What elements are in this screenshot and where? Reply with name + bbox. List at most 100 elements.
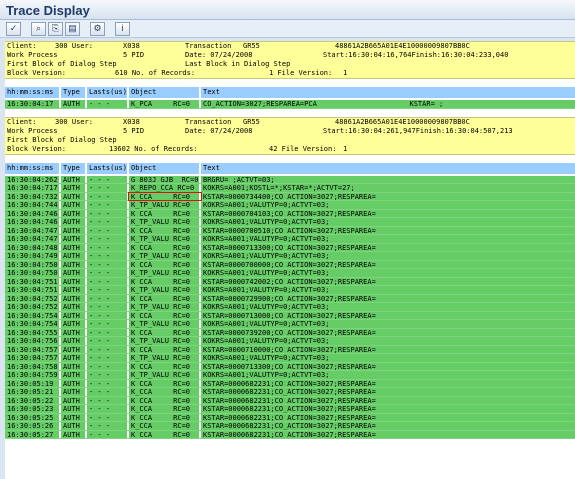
trace-content[interactable]: Client: 300 User: X038 Transaction GR55 … [5, 41, 575, 479]
records-value: 1 File Version: [269, 69, 333, 77]
cell-time: 16:30:05:23 [5, 405, 61, 413]
table-row[interactable]: 16:30:04:756 AUTH - - - K_TP_VALU RC=0 KOKRS… [5, 337, 575, 346]
cell-text: KSTAR=0000682231;CO_ACTION=3027;RESPAREA… [203, 430, 376, 438]
table-row[interactable]: 16:30:04:752 AUTH - - - K_CCA RC=0 KSTAR=000… [5, 294, 575, 303]
cell-lasts: - - - [87, 218, 129, 226]
cell-type: AUTH [61, 430, 87, 438]
cell-lasts: - - - [87, 413, 129, 421]
table-row[interactable]: 16:30:05:23 AUTH - - - K_CCA RC=0 KSTAR=0000… [5, 405, 575, 414]
cell-lasts: - - - [87, 362, 129, 370]
window-titlebar: Trace Display [0, 0, 575, 20]
cell-text: KOKRS=A001;VALUTYP=0;ACTVT=03; [203, 218, 330, 226]
table-row[interactable]: 16:30:04:17 AUTH - - - K_PCA RC=0 CO_ACTION=… [5, 100, 575, 109]
table-row[interactable]: 16:30:04:755 AUTH - - - K_CCA RC=0 KSTAR=000… [5, 328, 575, 337]
client-label: Client: [7, 42, 37, 50]
col-lasts[interactable]: Lasts(us) [87, 162, 129, 174]
col-type[interactable]: Type [61, 162, 87, 174]
cell-type: AUTH [61, 337, 87, 345]
find-icon[interactable]: ⌕ [31, 21, 46, 36]
col-object[interactable]: Object [129, 162, 201, 174]
table-row[interactable]: 16:30:04:749 AUTH - - - K_TP_VALU RC=0 KOKRS… [5, 252, 575, 261]
cell-type: AUTH [61, 413, 87, 421]
cell-object: K_CCA RC=0 [129, 311, 201, 319]
cell-time: 16:30:04:751 [5, 286, 61, 294]
col-object[interactable]: Object [129, 87, 201, 98]
col-text[interactable]: Text [201, 163, 575, 174]
cell-lasts: - - - [87, 260, 129, 268]
cell-lasts: - - - [87, 175, 129, 183]
cell-type: AUTH [61, 100, 87, 108]
cell-time: 16:30:04:758 [5, 362, 61, 370]
date-label: Date: 07/24/2008 [185, 126, 253, 135]
transaction-value: GR55 [243, 42, 260, 50]
toolbar: ✓ ⌕ ⎘ ▤ ⚙ i [0, 20, 575, 38]
cell-time: 16:30:04:750 [5, 269, 61, 277]
date-label: Date: 07/24/2008 [185, 51, 253, 59]
table-row[interactable]: 16:30:04:754 AUTH - - - K_TP_VALU RC=0 KOKRS… [5, 320, 575, 329]
table-row[interactable]: 16:30:04:747 AUTH - - - K_TP_VALU RC=0 KOKRS… [5, 235, 575, 244]
table-row[interactable]: 16:30:04:758 AUTH - - - K_CCA RC=0 KSTAR=000… [5, 362, 575, 371]
table-row[interactable]: 16:30:04:751 AUTH - - - K_CCA RC=0 KSTAR=000… [5, 277, 575, 286]
table-row[interactable]: 16:30:04:732 AUTH - - - K_CCA RC=0 KSTAR=000… [5, 191, 575, 201]
cell-lasts: - - - [87, 345, 129, 353]
table-row[interactable]: 16:30:04:752 AUTH - - - K_TP_VALU RC=0 KOKRS… [5, 303, 575, 312]
table-row[interactable]: 16:30:05:21 AUTH - - - K_CCA RC=0 KSTAR=0000… [5, 388, 575, 397]
table-row[interactable]: 16:30:04:757 AUTH - - - K_TP_VALU RC=0 KOKRS… [5, 354, 575, 363]
cell-text: KSTAR=0000742002;CO_ACTION=3027;RESPAREA… [203, 277, 376, 285]
cell-object: K_TP_VALU RC=0 [129, 354, 201, 362]
find-next-icon[interactable]: ⎘ [48, 21, 63, 36]
check-icon[interactable]: ✓ [6, 21, 21, 36]
table-row[interactable]: 16:30:04:747 AUTH - - - K_CCA RC=0 KSTAR=000… [5, 226, 575, 235]
table-row[interactable]: 16:30:04:748 AUTH - - - K_CCA RC=0 KSTAR=000… [5, 243, 575, 252]
table-row[interactable]: 16:30:05:26 AUTH - - - K_CCA RC=0 KSTAR=0000… [5, 422, 575, 431]
cell-type: AUTH [61, 201, 87, 209]
cell-type: AUTH [61, 320, 87, 328]
print-icon[interactable]: ▤ [65, 21, 80, 36]
cell-time: 16:30:04:746 [5, 218, 61, 226]
cell-lasts: - - - [87, 286, 129, 294]
table-row[interactable]: 16:30:05:19 AUTH - - - K_CCA RC=0 KSTAR=0000… [5, 379, 575, 388]
table-row[interactable]: 16:30:04:750 AUTH - - - K_CCA RC=0 KSTAR=000… [5, 260, 575, 269]
block1-header: Client: 300 User: X038 Transaction GR55 … [5, 41, 575, 79]
block-version-label: Block Version: [7, 69, 67, 77]
table-row[interactable]: 16:30:05:27 AUTH - - - K_CCA RC=0 KSTAR=0000… [5, 430, 575, 439]
cell-lasts: - - - [87, 320, 129, 328]
col-type[interactable]: Type [61, 87, 87, 98]
cell-text: KSTAR=0000682231;CO_ACTION=3027;RESPAREA… [203, 396, 376, 404]
cell-object: K_TP_VALU RC=0 [129, 337, 201, 345]
table-row[interactable]: 16:30:04:744 AUTH - - - K_TP_VALU RC=0 KOKRS… [5, 201, 575, 210]
table-row[interactable]: 16:30:05:25 AUTH - - - K_CCA RC=0 KSTAR=0000… [5, 413, 575, 422]
cell-text: KOKRS=A001;VALUTYP=0;ACTVT=03; [203, 303, 330, 311]
cell-object: K_TP_VALU RC=0 [129, 269, 201, 277]
table-row[interactable]: 16:30:04:717 AUTH - - - K_REPO_CCA RC=0 KOKR… [5, 184, 575, 193]
first-block: First Block of Dialog Step [7, 60, 117, 68]
cell-object: K_CCA RC=0 [129, 422, 201, 430]
cell-type: AUTH [61, 345, 87, 353]
table-row[interactable]: 16:30:05:22 AUTH - - - K_CCA RC=0 KSTAR=0000… [5, 396, 575, 405]
cell-lasts: - - - [87, 226, 129, 234]
cell-type: AUTH [61, 303, 87, 311]
table-row[interactable]: 16:30:04:759 AUTH - - - K_TP_VALU RC=0 KOKRS… [5, 371, 575, 380]
table-row[interactable]: 16:30:04:746 AUTH - - - K_TP_VALU RC=0 KOKRS… [5, 218, 575, 227]
cell-lasts: - - - [87, 243, 129, 251]
table-row[interactable]: 16:30:04:262 AUTH - - - G_803J_GJB RC=0 BRGR… [5, 175, 575, 184]
col-lasts[interactable]: Lasts(us) [87, 87, 129, 98]
table-row[interactable]: 16:30:04:751 AUTH - - - K_TP_VALU RC=0 KOKRS… [5, 286, 575, 295]
table-row[interactable]: 16:30:04:750 AUTH - - - K_TP_VALU RC=0 KOKRS… [5, 269, 575, 278]
block-version-value: 13602 No. of Records: [109, 144, 198, 153]
guid: 48861A2B665A01E4E10000009807BB0C [335, 42, 470, 50]
info-icon[interactable]: i [115, 21, 130, 36]
cell-type: AUTH [61, 311, 87, 319]
table-row[interactable]: 16:30:04:754 AUTH - - - K_CCA RC=0 KSTAR=000… [5, 311, 575, 320]
start-finish: Start:16:30:04:261,947Finish:16:30:04:50… [323, 126, 513, 135]
cell-time: 16:30:05:25 [5, 413, 61, 421]
cell-type: AUTH [61, 277, 87, 285]
user-value: X038 [123, 42, 140, 50]
table-row[interactable]: 16:30:04:746 AUTH - - - K_CCA RC=0 KSTAR=000… [5, 209, 575, 218]
table-row[interactable]: 16:30:04:757 AUTH - - - K_CCA RC=0 KSTAR=000… [5, 345, 575, 354]
cell-object: K_TP_VALU RC=0 [129, 371, 201, 379]
col-text[interactable]: Text [201, 87, 575, 98]
settings-icon[interactable]: ⚙ [90, 21, 105, 36]
cell-text: KSTAR=0000710000;CO_ACTION=3027;RESPAREA… [203, 345, 376, 353]
cell-time: 16:30:04:754 [5, 311, 61, 319]
